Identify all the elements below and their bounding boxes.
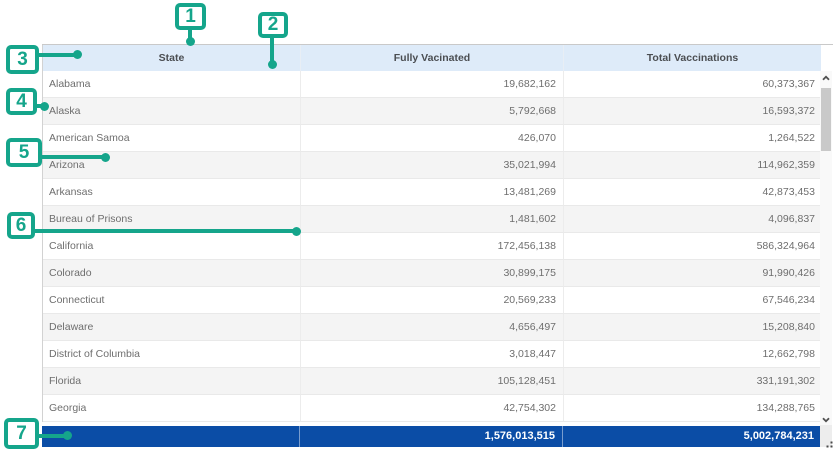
table-row[interactable]: California 172,456,138 586,324,964 — [43, 233, 821, 260]
column-header-total-vaccinations[interactable]: Total Vaccinations — [564, 45, 821, 71]
callout-7-dot — [63, 431, 72, 440]
cell-total-vaccinations: 67,546,234 — [564, 287, 821, 314]
cell-total-vaccinations: 114,962,359 — [564, 152, 821, 179]
callout-5-line — [38, 155, 104, 159]
callout-3-line — [34, 53, 78, 57]
cell-state: District of Columbia — [43, 341, 301, 368]
table-row[interactable]: Arizona 35,021,994 114,962,359 — [43, 152, 821, 179]
callout-5-dot — [101, 153, 110, 162]
column-header-state[interactable]: State — [43, 45, 301, 71]
cell-total-vaccinations: 16,593,372 — [564, 98, 821, 125]
cell-total-vaccinations: 15,208,840 — [564, 314, 821, 341]
cell-state: Delaware — [43, 314, 301, 341]
summary-cell-state — [42, 426, 300, 447]
summary-cell-fully-vacinated: 1,576,013,515 — [300, 426, 563, 447]
column-header-fully-vacinated[interactable]: Fully Vacinated — [301, 45, 564, 71]
table-row[interactable]: Arkansas 13,481,269 42,873,453 — [43, 179, 821, 206]
callout-5: 5 — [6, 138, 42, 167]
cell-state: Connecticut — [43, 287, 301, 314]
table-row[interactable]: Delaware 4,656,497 15,208,840 — [43, 314, 821, 341]
scroll-down-arrow-icon[interactable] — [820, 415, 832, 425]
table-row[interactable]: American Samoa 426,070 1,264,522 — [43, 125, 821, 152]
page: State Fully Vacinated Total Vaccinations… — [0, 0, 833, 453]
cell-total-vaccinations: 586,324,964 — [564, 233, 821, 260]
cell-state: Colorado — [43, 260, 301, 287]
cell-fully-vacinated: 20,569,233 — [301, 287, 564, 314]
cell-total-vaccinations: 4,096,837 — [564, 206, 821, 233]
cell-fully-vacinated: 5,792,668 — [301, 98, 564, 125]
callout-3-dot — [73, 50, 82, 59]
callout-4-dot — [40, 102, 49, 111]
callout-6: 6 — [7, 212, 35, 239]
cell-state: Alabama — [43, 71, 301, 98]
cell-total-vaccinations: 1,264,522 — [564, 125, 821, 152]
cell-fully-vacinated: 42,754,302 — [301, 395, 564, 422]
cell-fully-vacinated: 172,456,138 — [301, 233, 564, 260]
cell-total-vaccinations: 60,373,367 — [564, 71, 821, 98]
table-header-row: State Fully Vacinated Total Vaccinations — [42, 45, 821, 71]
cell-state: American Samoa — [43, 125, 301, 152]
summary-row: 1,576,013,515 5,002,784,231 — [42, 426, 821, 447]
cell-fully-vacinated: 3,018,447 — [301, 341, 564, 368]
cell-fully-vacinated: 4,656,497 — [301, 314, 564, 341]
cell-total-vaccinations: 331,191,302 — [564, 368, 821, 395]
table-row[interactable]: Colorado 30,899,175 91,990,426 — [43, 260, 821, 287]
callout-2-line — [270, 38, 274, 61]
callout-6-dot — [292, 227, 301, 236]
cell-fully-vacinated: 19,682,162 — [301, 71, 564, 98]
resize-grip-icon[interactable] — [826, 441, 833, 448]
cell-state: Florida — [43, 368, 301, 395]
callout-2: 2 — [258, 12, 288, 38]
table-row[interactable]: Alabama 19,682,162 60,373,367 — [43, 71, 821, 98]
cell-state: California — [43, 233, 301, 260]
vertical-scrollbar[interactable] — [820, 71, 832, 425]
callout-6-line — [34, 229, 294, 233]
table-row[interactable]: District of Columbia 3,018,447 12,662,79… — [43, 341, 821, 368]
cell-fully-vacinated: 35,021,994 — [301, 152, 564, 179]
cell-fully-vacinated: 30,899,175 — [301, 260, 564, 287]
table-widget: State Fully Vacinated Total Vaccinations… — [42, 44, 833, 447]
cell-total-vaccinations: 12,662,798 — [564, 341, 821, 368]
callout-7-line — [35, 434, 66, 438]
scroll-up-arrow-icon[interactable] — [820, 73, 832, 83]
table-row[interactable]: Connecticut 20,569,233 67,546,234 — [43, 287, 821, 314]
cell-total-vaccinations: 134,288,765 — [564, 395, 821, 422]
table-row[interactable]: Florida 105,128,451 331,191,302 — [43, 368, 821, 395]
callout-7: 7 — [4, 418, 39, 449]
table-row[interactable]: Georgia 42,754,302 134,288,765 — [43, 395, 821, 422]
callout-4: 4 — [6, 88, 37, 115]
table-body: Alabama 19,682,162 60,373,367 Alaska 5,7… — [42, 71, 821, 422]
cell-state: Alaska — [43, 98, 301, 125]
callout-1-dot — [186, 37, 195, 46]
cell-fully-vacinated: 426,070 — [301, 125, 564, 152]
table-row[interactable]: Alaska 5,792,668 16,593,372 — [43, 98, 821, 125]
callout-2-dot — [268, 60, 277, 69]
summary-cell-total-vaccinations: 5,002,784,231 — [563, 426, 820, 447]
cell-fully-vacinated: 105,128,451 — [301, 368, 564, 395]
scrollbar-thumb[interactable] — [821, 88, 831, 151]
callout-1: 1 — [175, 3, 206, 30]
cell-total-vaccinations: 91,990,426 — [564, 260, 821, 287]
cell-fully-vacinated: 13,481,269 — [301, 179, 564, 206]
cell-total-vaccinations: 42,873,453 — [564, 179, 821, 206]
cell-state: Arkansas — [43, 179, 301, 206]
cell-state: Georgia — [43, 395, 301, 422]
callout-3: 3 — [6, 45, 39, 74]
cell-fully-vacinated: 1,481,602 — [301, 206, 564, 233]
